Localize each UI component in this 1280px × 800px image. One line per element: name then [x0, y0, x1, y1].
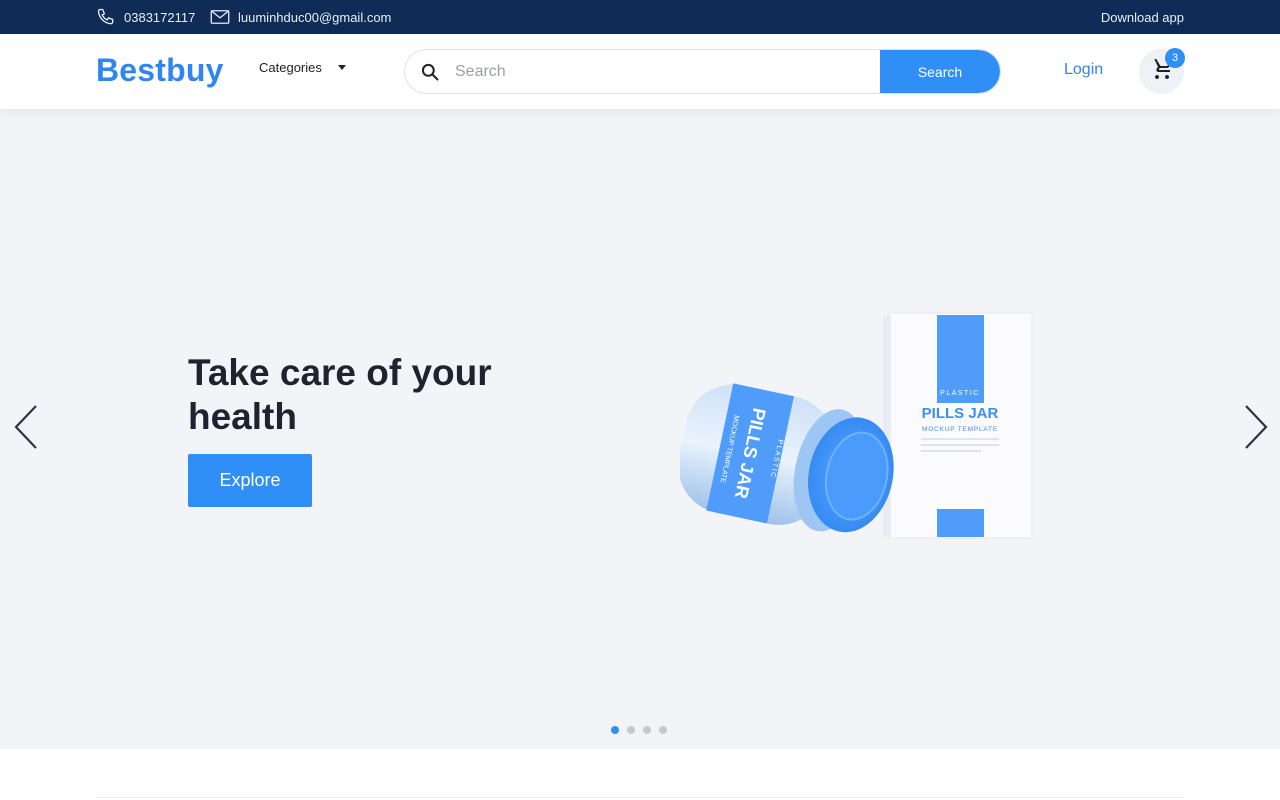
cart-count-badge: 3	[1165, 48, 1185, 68]
caret-down-icon	[337, 65, 346, 70]
explore-button[interactable]: Explore	[188, 454, 312, 507]
carousel-dot-3[interactable]	[643, 726, 651, 734]
email-address: luuminhduc00@gmail.com	[238, 9, 392, 25]
carousel-next-button[interactable]	[1236, 404, 1276, 455]
hero-carousel: Take care of your health Explore PLASTIC	[0, 109, 1280, 749]
mail-icon	[210, 9, 230, 25]
top-bar: 0383172117 luuminhduc00@gmail.com Downlo…	[0, 0, 1280, 34]
box-label-sub: MOCKUP TEMPLATE	[922, 426, 998, 433]
section-divider	[96, 797, 1184, 798]
contact-email[interactable]: luuminhduc00@gmail.com	[210, 0, 391, 34]
categories-dropdown[interactable]: Categories	[259, 60, 346, 75]
contact-phone[interactable]: 0383172117	[96, 0, 195, 34]
hero-headline: Take care of your health	[188, 352, 492, 437]
logo[interactable]: Bestbuy	[96, 52, 224, 89]
phone-icon	[96, 7, 116, 27]
search-button[interactable]: Search	[880, 50, 1000, 93]
main-header: Bestbuy Categories Search Login	[0, 34, 1280, 109]
search-input[interactable]	[455, 50, 880, 93]
carousel-dot-2[interactable]	[627, 726, 635, 734]
carousel-dot-1[interactable]	[611, 726, 619, 734]
carousel-pagination	[611, 726, 667, 734]
login-link[interactable]: Login	[1064, 61, 1103, 79]
download-app-link[interactable]: Download app	[1101, 0, 1184, 34]
carousel-dot-4[interactable]	[659, 726, 667, 734]
box-label-small: PLASTIC	[940, 390, 980, 397]
chevron-left-icon	[13, 404, 39, 455]
box-label-title: PILLS JAR	[922, 405, 999, 422]
chevron-right-icon	[1243, 404, 1269, 455]
carousel-prev-button[interactable]	[6, 404, 46, 455]
categories-label: Categories	[259, 60, 322, 75]
search-icon	[405, 62, 455, 82]
product-image: PLASTIC PILLS JAR MOCKUP TEMPLATE PILLS …	[678, 309, 1040, 554]
phone-number: 0383172117	[124, 9, 196, 25]
search-bar: Search	[404, 49, 1001, 94]
